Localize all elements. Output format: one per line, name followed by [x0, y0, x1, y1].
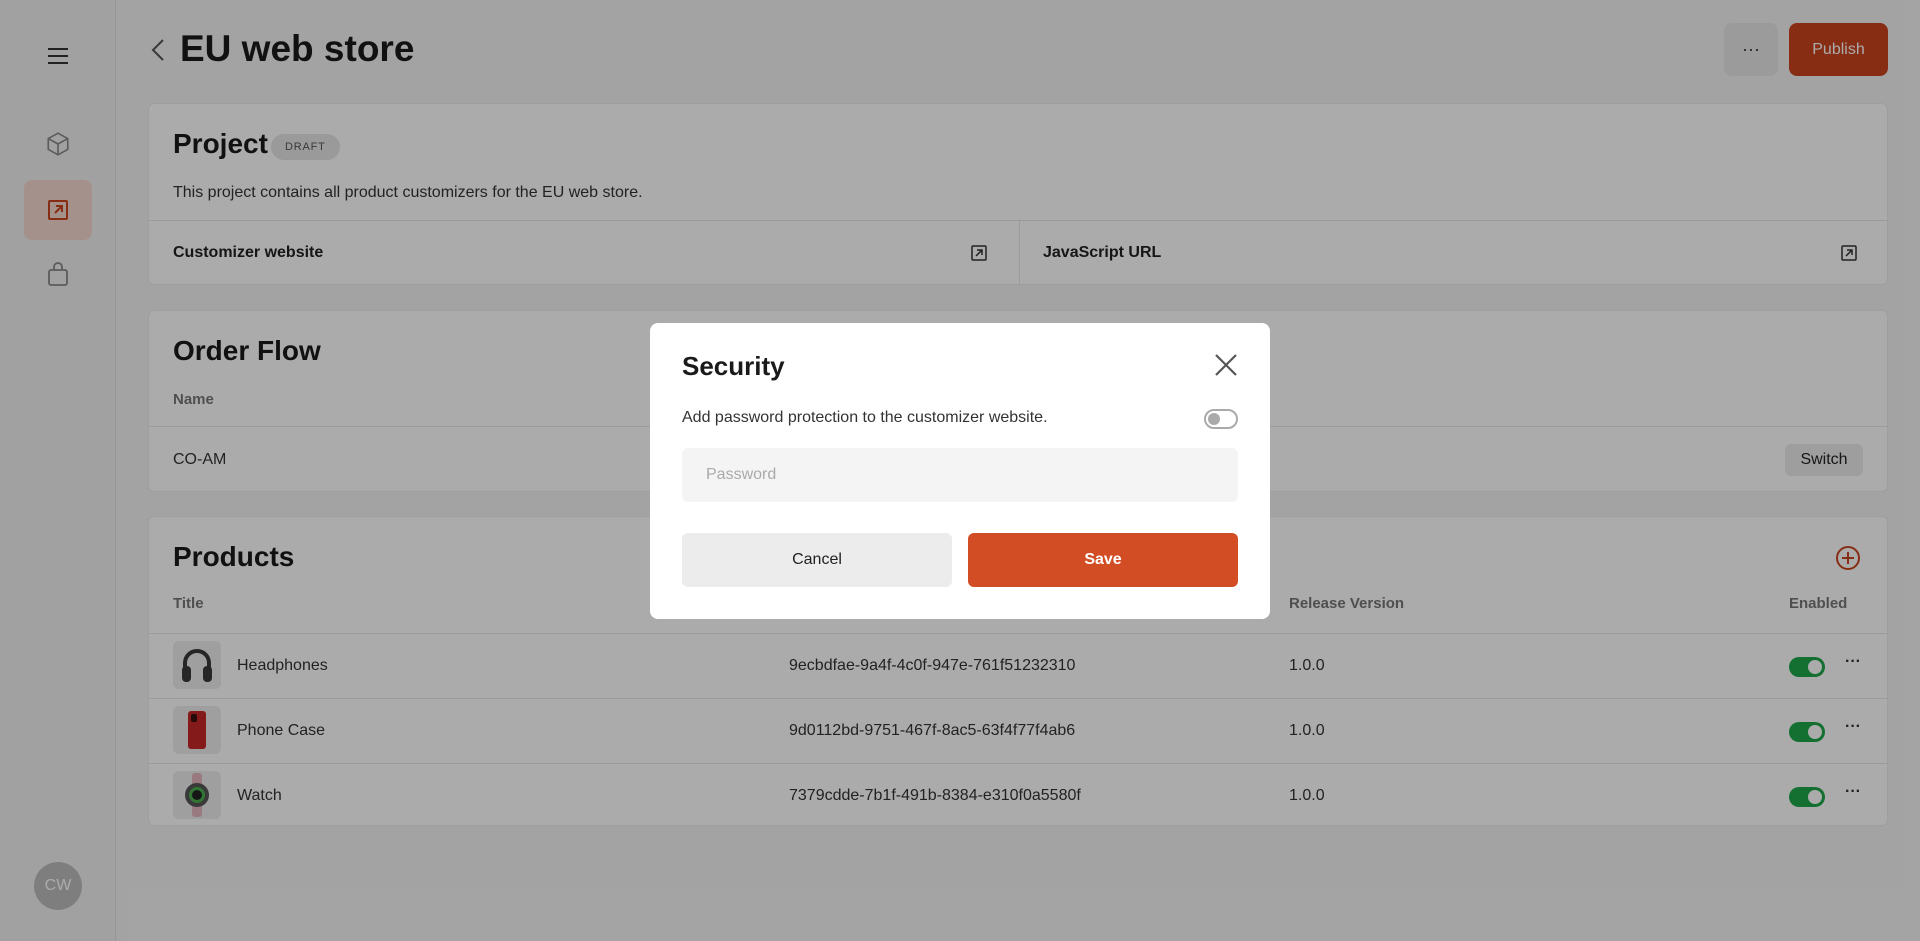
security-modal: Security Add password protection to the … [650, 323, 1270, 619]
close-icon[interactable] [1212, 351, 1240, 379]
password-protection-label: Add password protection to the customize… [682, 409, 1048, 426]
save-button[interactable]: Save [968, 533, 1238, 587]
modal-title: Security [682, 351, 785, 381]
cancel-button[interactable]: Cancel [682, 533, 952, 587]
password-field[interactable] [682, 448, 1238, 502]
password-protection-toggle[interactable] [1204, 409, 1238, 429]
